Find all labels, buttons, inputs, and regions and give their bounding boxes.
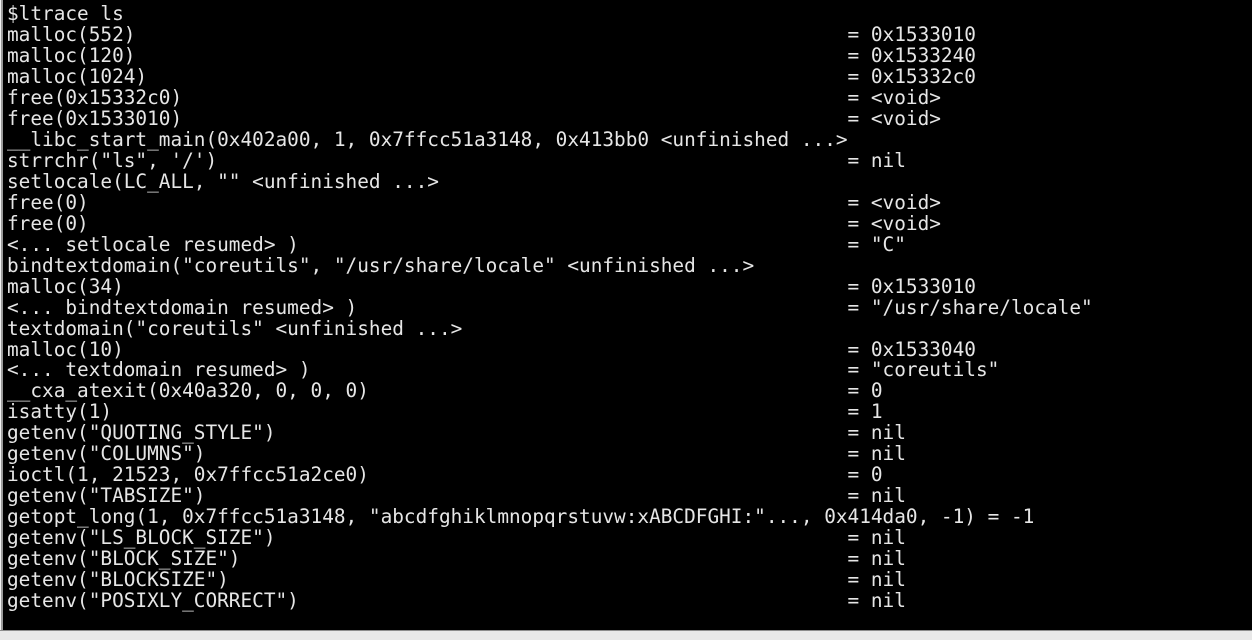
- terminal-window[interactable]: $ltrace ls malloc(552) = 0x1533010 malloc(…: [0, 0, 1252, 640]
- terminal-output-line: textdomain("coreutils" <unfinished ...>: [7, 316, 463, 340]
- terminal-screen[interactable]: $ltrace ls malloc(552) = 0x1533010 malloc(…: [4, 2, 1252, 628]
- terminal-output-line: free(0) = <void>: [7, 190, 941, 214]
- terminal-output-line: getenv("COLUMNS") = nil: [7, 442, 906, 466]
- terminal-output-line: __cxa_atexit(0x40a320, 0, 0, 0) = 0: [7, 379, 883, 403]
- terminal-output-line: malloc(10) = 0x1533040: [7, 337, 976, 361]
- terminal-output-line: malloc(120) = 0x1533240: [7, 43, 976, 67]
- terminal-output-line: setlocale(LC_ALL, "" <unfinished ...>: [7, 169, 439, 193]
- terminal-output-line: getenv("POSIXLY_CORRECT") = nil: [7, 589, 906, 613]
- terminal-output-line: strrchr("ls", '/') = nil: [7, 148, 906, 172]
- terminal-output-line: ioctl(1, 21523, 0x7ffcc51a2ce0) = 0: [7, 463, 883, 487]
- terminal-output-line: getenv("QUOTING_STYLE") = nil: [7, 421, 906, 445]
- terminal-output-line: bindtextdomain("coreutils", "/usr/share/…: [7, 253, 755, 277]
- terminal-output-line: isatty(1) = 1: [7, 400, 883, 424]
- terminal-output-line: free(0x15332c0) = <void>: [7, 85, 941, 109]
- terminal-output-line: free(0x1533010) = <void>: [7, 106, 941, 130]
- terminal-output-line: getenv("TABSIZE") = nil: [7, 484, 906, 508]
- terminal-output-line: <... bindtextdomain resumed> ) = "/usr/s…: [7, 295, 1093, 319]
- terminal-output-line: getenv("LS_BLOCK_SIZE") = nil: [7, 526, 906, 550]
- terminal-output-line: getenv("BLOCKSIZE") = nil: [7, 568, 906, 592]
- terminal-prompt-line: $ltrace ls: [7, 2, 124, 25]
- terminal-output-line: getopt_long(1, 0x7ffcc51a3148, "abcdfghi…: [7, 505, 1035, 529]
- terminal-output-line: getenv("BLOCK_SIZE") = nil: [7, 547, 906, 571]
- ltrace-output: $ltrace ls malloc(552) = 0x1533010 malloc(…: [7, 2, 1093, 613]
- terminal-output-line: malloc(552) = 0x1533010: [7, 22, 976, 46]
- window-border-bottom: [0, 630, 1252, 640]
- terminal-output-line: malloc(34) = 0x1533010: [7, 274, 976, 298]
- terminal-output-line: <... textdomain resumed> ) = "coreutils": [7, 358, 1000, 382]
- terminal-output-line: <... setlocale resumed> ) = "C": [7, 232, 906, 256]
- terminal-output-line: free(0) = <void>: [7, 211, 941, 235]
- terminal-output-line: __libc_start_main(0x402a00, 1, 0x7ffcc51…: [7, 127, 848, 151]
- terminal-output-line: malloc(1024) = 0x15332c0: [7, 64, 976, 88]
